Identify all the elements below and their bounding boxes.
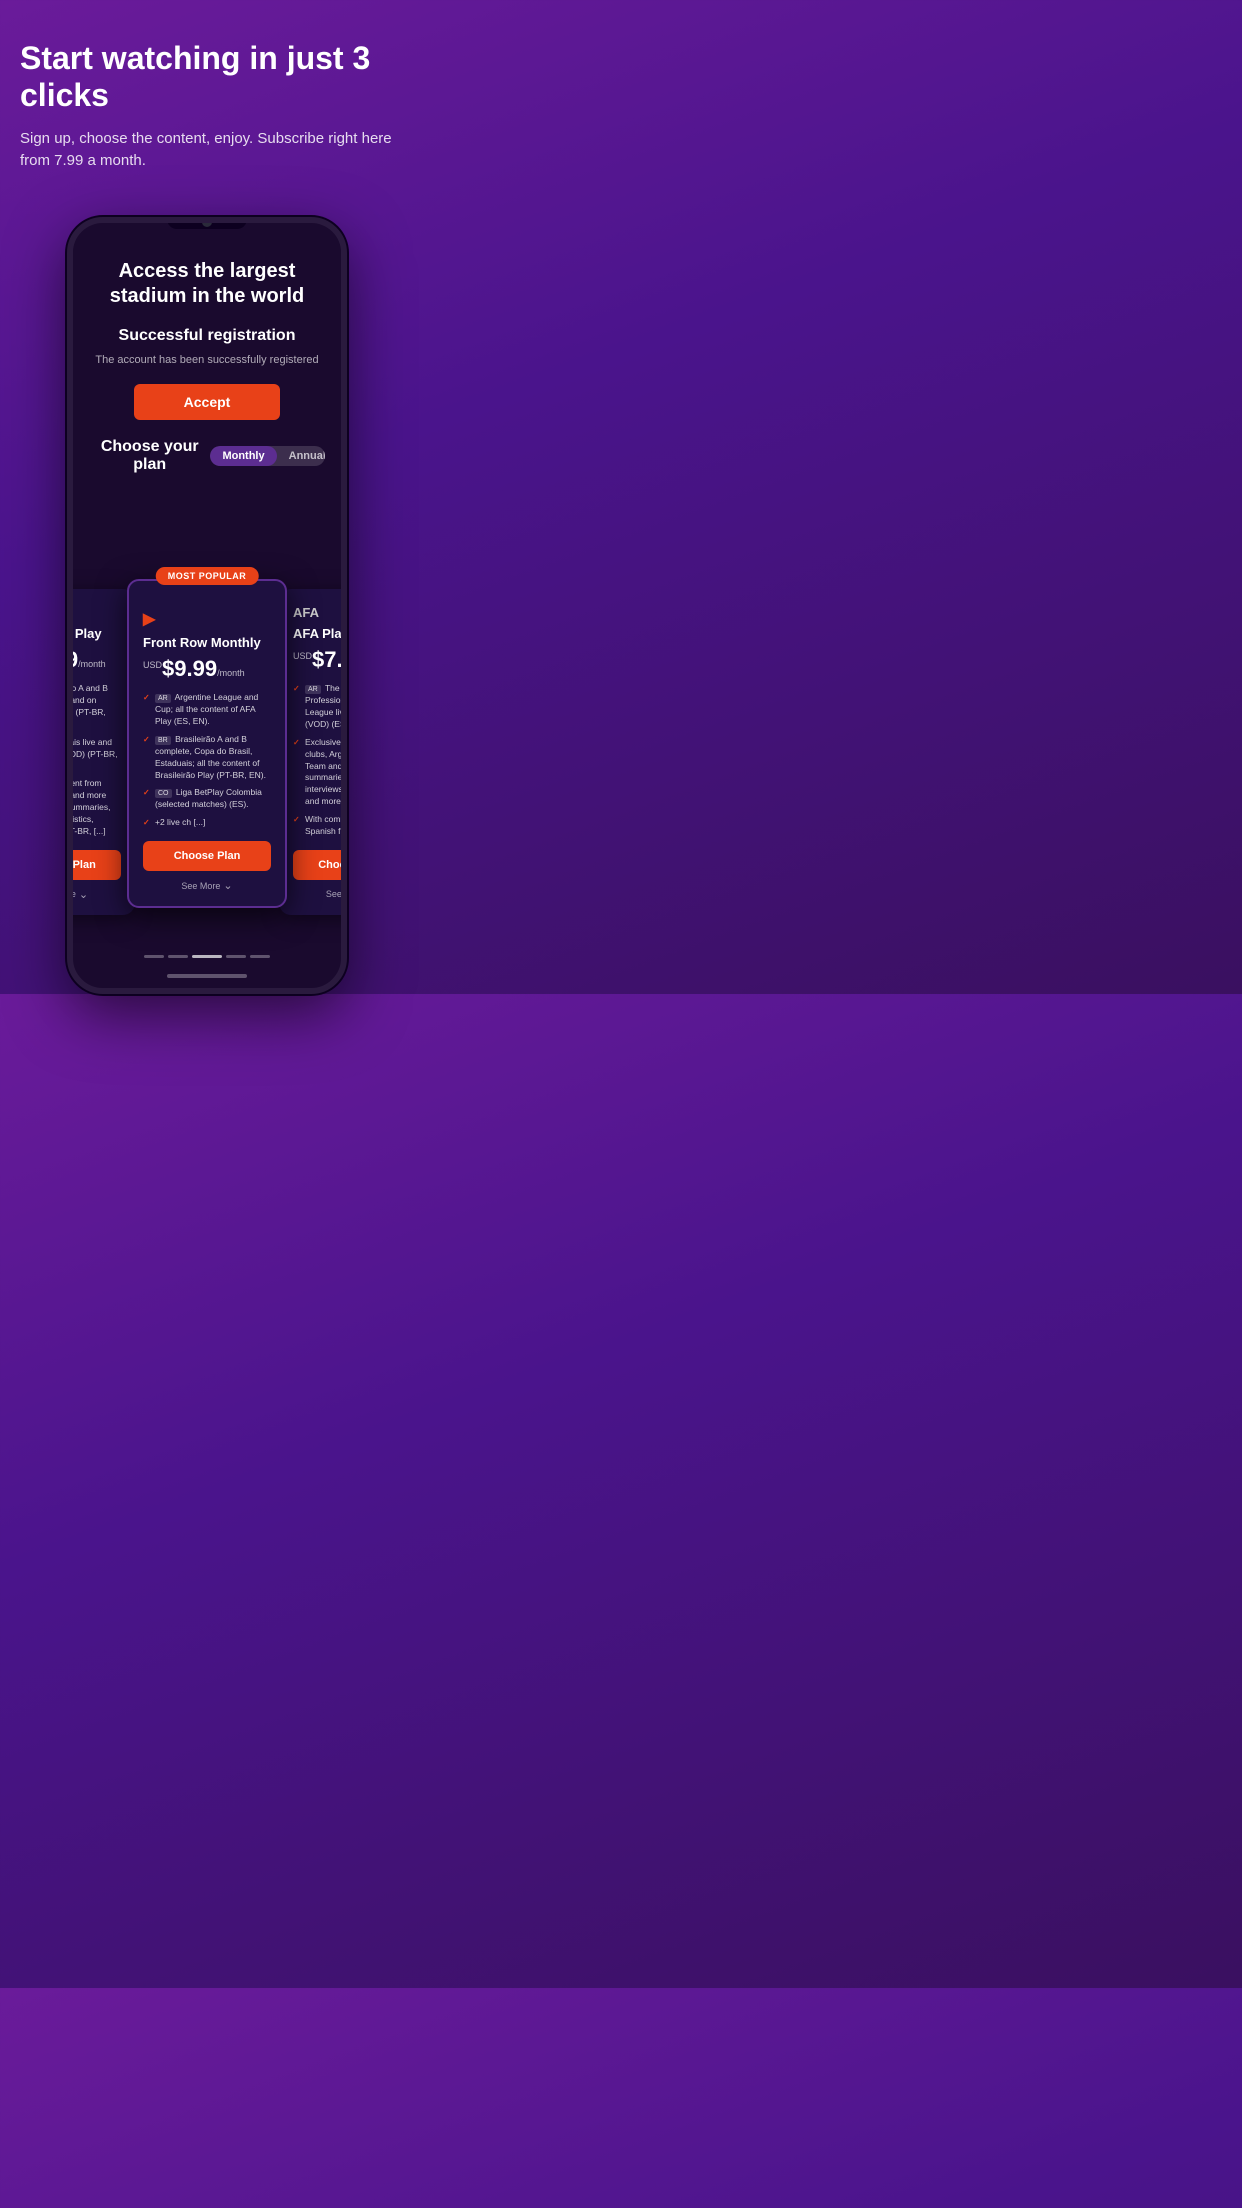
- annual-toggle[interactable]: Annual: [277, 446, 325, 466]
- phone-home-bar: [167, 974, 247, 978]
- phone-frame: Access the largest stadium in the world …: [67, 217, 347, 994]
- frontrow-logo: ▶: [143, 609, 271, 629]
- hero-title: Start watching in just 3 clicks: [20, 40, 394, 114]
- hero-section: Start watching in just 3 clicks Sign up,…: [0, 0, 414, 193]
- center-feature-2: BR Brasileirão A and B complete, Copa do…: [143, 734, 271, 782]
- right-feature-2: Exclusive content of the clubs, Argentin…: [293, 737, 347, 808]
- center-plan-currency: USD: [143, 660, 162, 670]
- indicator-2: [168, 955, 188, 958]
- right-feature-1: AR The entire Argentine Professional Foo…: [293, 683, 347, 731]
- phone-indicators: [73, 945, 341, 974]
- hero-subtitle: Sign up, choose the content, enjoy. Subs…: [20, 128, 394, 173]
- indicator-3: [192, 955, 222, 958]
- center-choose-plan-button[interactable]: Choose Plan: [143, 841, 271, 871]
- screen-main-title: Access the largest stadium in the world: [89, 259, 325, 309]
- right-plan-amount: $7.99: [312, 647, 347, 672]
- plans-section: BP Brasileirão Play USD$7.99/month BR Br…: [73, 559, 341, 945]
- indicator-4: [226, 955, 246, 958]
- most-popular-badge: MOST POPULAR: [156, 567, 259, 585]
- left-see-more[interactable]: See More: [67, 888, 121, 901]
- screen-reg-subtitle: The account has been successfully regist…: [95, 353, 318, 368]
- right-plan-currency: USD: [293, 651, 312, 661]
- center-plan-name: Front Row Monthly: [143, 635, 271, 651]
- monthly-toggle[interactable]: Monthly: [210, 446, 276, 466]
- indicator-1: [144, 955, 164, 958]
- center-plan-price: USD$9.99/month: [143, 656, 271, 682]
- center-feature-3: CO Liga BetPlay Colombia (selected match…: [143, 787, 271, 811]
- indicator-5: [250, 955, 270, 958]
- right-feature-3: With commentaries in Spanish from Argent…: [293, 814, 347, 838]
- right-choose-plan-button[interactable]: Choose Plan: [293, 850, 347, 880]
- phone-camera: [202, 217, 212, 227]
- left-plan-period: /month: [78, 659, 106, 669]
- choose-plan-screen-title: Choose your plan: [89, 438, 210, 474]
- plan-card-center: MOST POPULAR ▶ Front Row Monthly USD$9.9…: [127, 579, 287, 909]
- phone-wrapper: Access the largest stadium in the world …: [0, 217, 414, 994]
- center-plan-amount: $9.99: [162, 656, 217, 681]
- left-plan-amount: $7.99: [67, 647, 78, 672]
- right-plan-name: AFA Play: [293, 626, 347, 642]
- screen-reg-title: Successful registration: [119, 327, 296, 345]
- left-feature-2: Copas Estaduais live and on demand (VOD)…: [67, 737, 121, 773]
- left-plan-price: USD$7.99/month: [67, 647, 121, 673]
- right-plan-features: AR The entire Argentine Professional Foo…: [293, 683, 347, 838]
- accept-button[interactable]: Accept: [134, 384, 281, 420]
- afa-logo: AFA: [293, 605, 347, 620]
- plan-card-left: BP Brasileirão Play USD$7.99/month BR Br…: [67, 589, 135, 915]
- center-see-more[interactable]: See More: [143, 879, 271, 892]
- center-feature-4: +2 live ch [...]: [143, 817, 271, 829]
- brasileirao-logo: BP: [67, 605, 121, 620]
- phone-notch: [167, 217, 247, 229]
- choose-plan-row: Choose your plan Monthly Annual: [89, 438, 325, 474]
- center-feature-1: AR Argentine League and Cup; all the con…: [143, 692, 271, 728]
- right-plan-price: USD$7.99/month: [293, 647, 347, 673]
- center-plan-period: /month: [217, 668, 245, 678]
- center-plan-features: AR Argentine League and Cup; all the con…: [143, 692, 271, 829]
- left-feature-1: BR Brasileirão A and B complete, live an…: [67, 683, 121, 731]
- right-see-more[interactable]: See More: [293, 888, 347, 901]
- phone-screen: Access the largest stadium in the world …: [73, 229, 341, 569]
- left-choose-plan-button[interactable]: Choose Plan: [67, 850, 121, 880]
- left-plan-name: Brasileirão Play: [67, 626, 121, 642]
- plan-card-right: AFA AFA Play USD$7.99/month AR The entir…: [279, 589, 347, 915]
- left-feature-3: Exclusive content from clubs, players an…: [67, 778, 121, 837]
- left-plan-features: BR Brasileirão A and B complete, live an…: [67, 683, 121, 838]
- plan-toggle[interactable]: Monthly Annual: [210, 446, 325, 466]
